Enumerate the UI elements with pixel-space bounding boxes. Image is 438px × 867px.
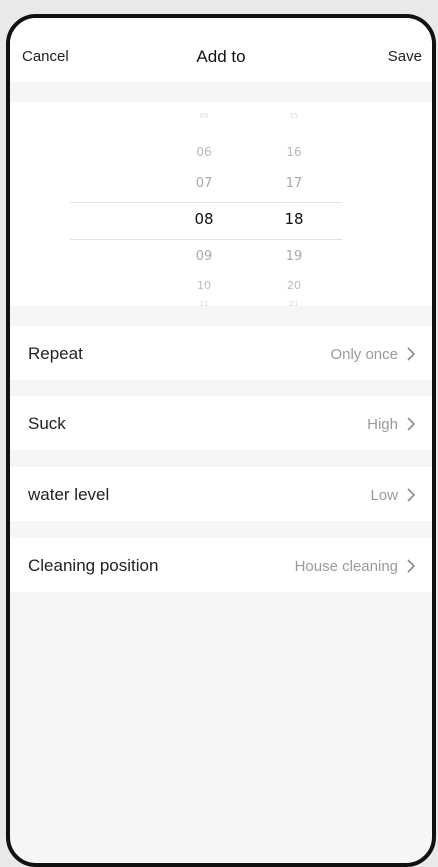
chevron-right-icon	[407, 417, 416, 431]
chevron-right-icon	[407, 488, 416, 502]
hour-option[interactable]: 05	[174, 112, 234, 120]
setting-row-repeat[interactable]: Repeat Only once	[10, 326, 432, 380]
setting-value: Only once	[330, 346, 398, 363]
hour-selected[interactable]: 08	[174, 210, 234, 228]
setting-label: water level	[28, 485, 110, 504]
minute-option[interactable]: 20	[264, 279, 324, 292]
setting-row-water-level[interactable]: water level Low	[10, 467, 432, 521]
nav-header: Cancel Add to Save	[10, 18, 432, 82]
hour-option[interactable]: 11	[174, 300, 234, 308]
minute-option[interactable]: 21	[264, 300, 324, 308]
minute-option[interactable]: 15	[264, 112, 324, 120]
setting-value: House cleaning	[294, 558, 398, 575]
hour-option[interactable]: 06	[174, 145, 234, 159]
setting-row-cleaning-position[interactable]: Cleaning position House cleaning	[10, 538, 432, 592]
chevron-right-icon	[407, 559, 416, 573]
setting-label: Suck	[28, 414, 66, 433]
page-title: Add to	[196, 47, 246, 66]
save-button[interactable]: Save	[388, 48, 422, 65]
setting-label: Cleaning position	[28, 556, 159, 575]
minute-option[interactable]: 17	[264, 176, 324, 191]
hour-option[interactable]: 09	[174, 249, 234, 264]
selection-line-bottom	[70, 239, 342, 240]
hour-option[interactable]: 10	[174, 279, 234, 292]
hour-option[interactable]: 07	[174, 176, 234, 191]
setting-value: High	[367, 416, 398, 433]
minute-option[interactable]: 16	[264, 145, 324, 159]
setting-value: Low	[370, 487, 398, 504]
chevron-right-icon	[407, 347, 416, 361]
phone-frame: Cancel Add to Save 05 06 07 08 09 10 11 …	[6, 14, 436, 867]
minute-option[interactable]: 19	[264, 249, 324, 264]
selection-line-top	[70, 202, 342, 203]
setting-label: Repeat	[28, 344, 83, 363]
time-picker[interactable]: 05 06 07 08 09 10 11 15 16 17 18 19 20 2…	[10, 102, 432, 308]
minute-selected[interactable]: 18	[264, 210, 324, 228]
setting-row-suck[interactable]: Suck High	[10, 396, 432, 450]
screen: Cancel Add to Save 05 06 07 08 09 10 11 …	[10, 18, 432, 863]
